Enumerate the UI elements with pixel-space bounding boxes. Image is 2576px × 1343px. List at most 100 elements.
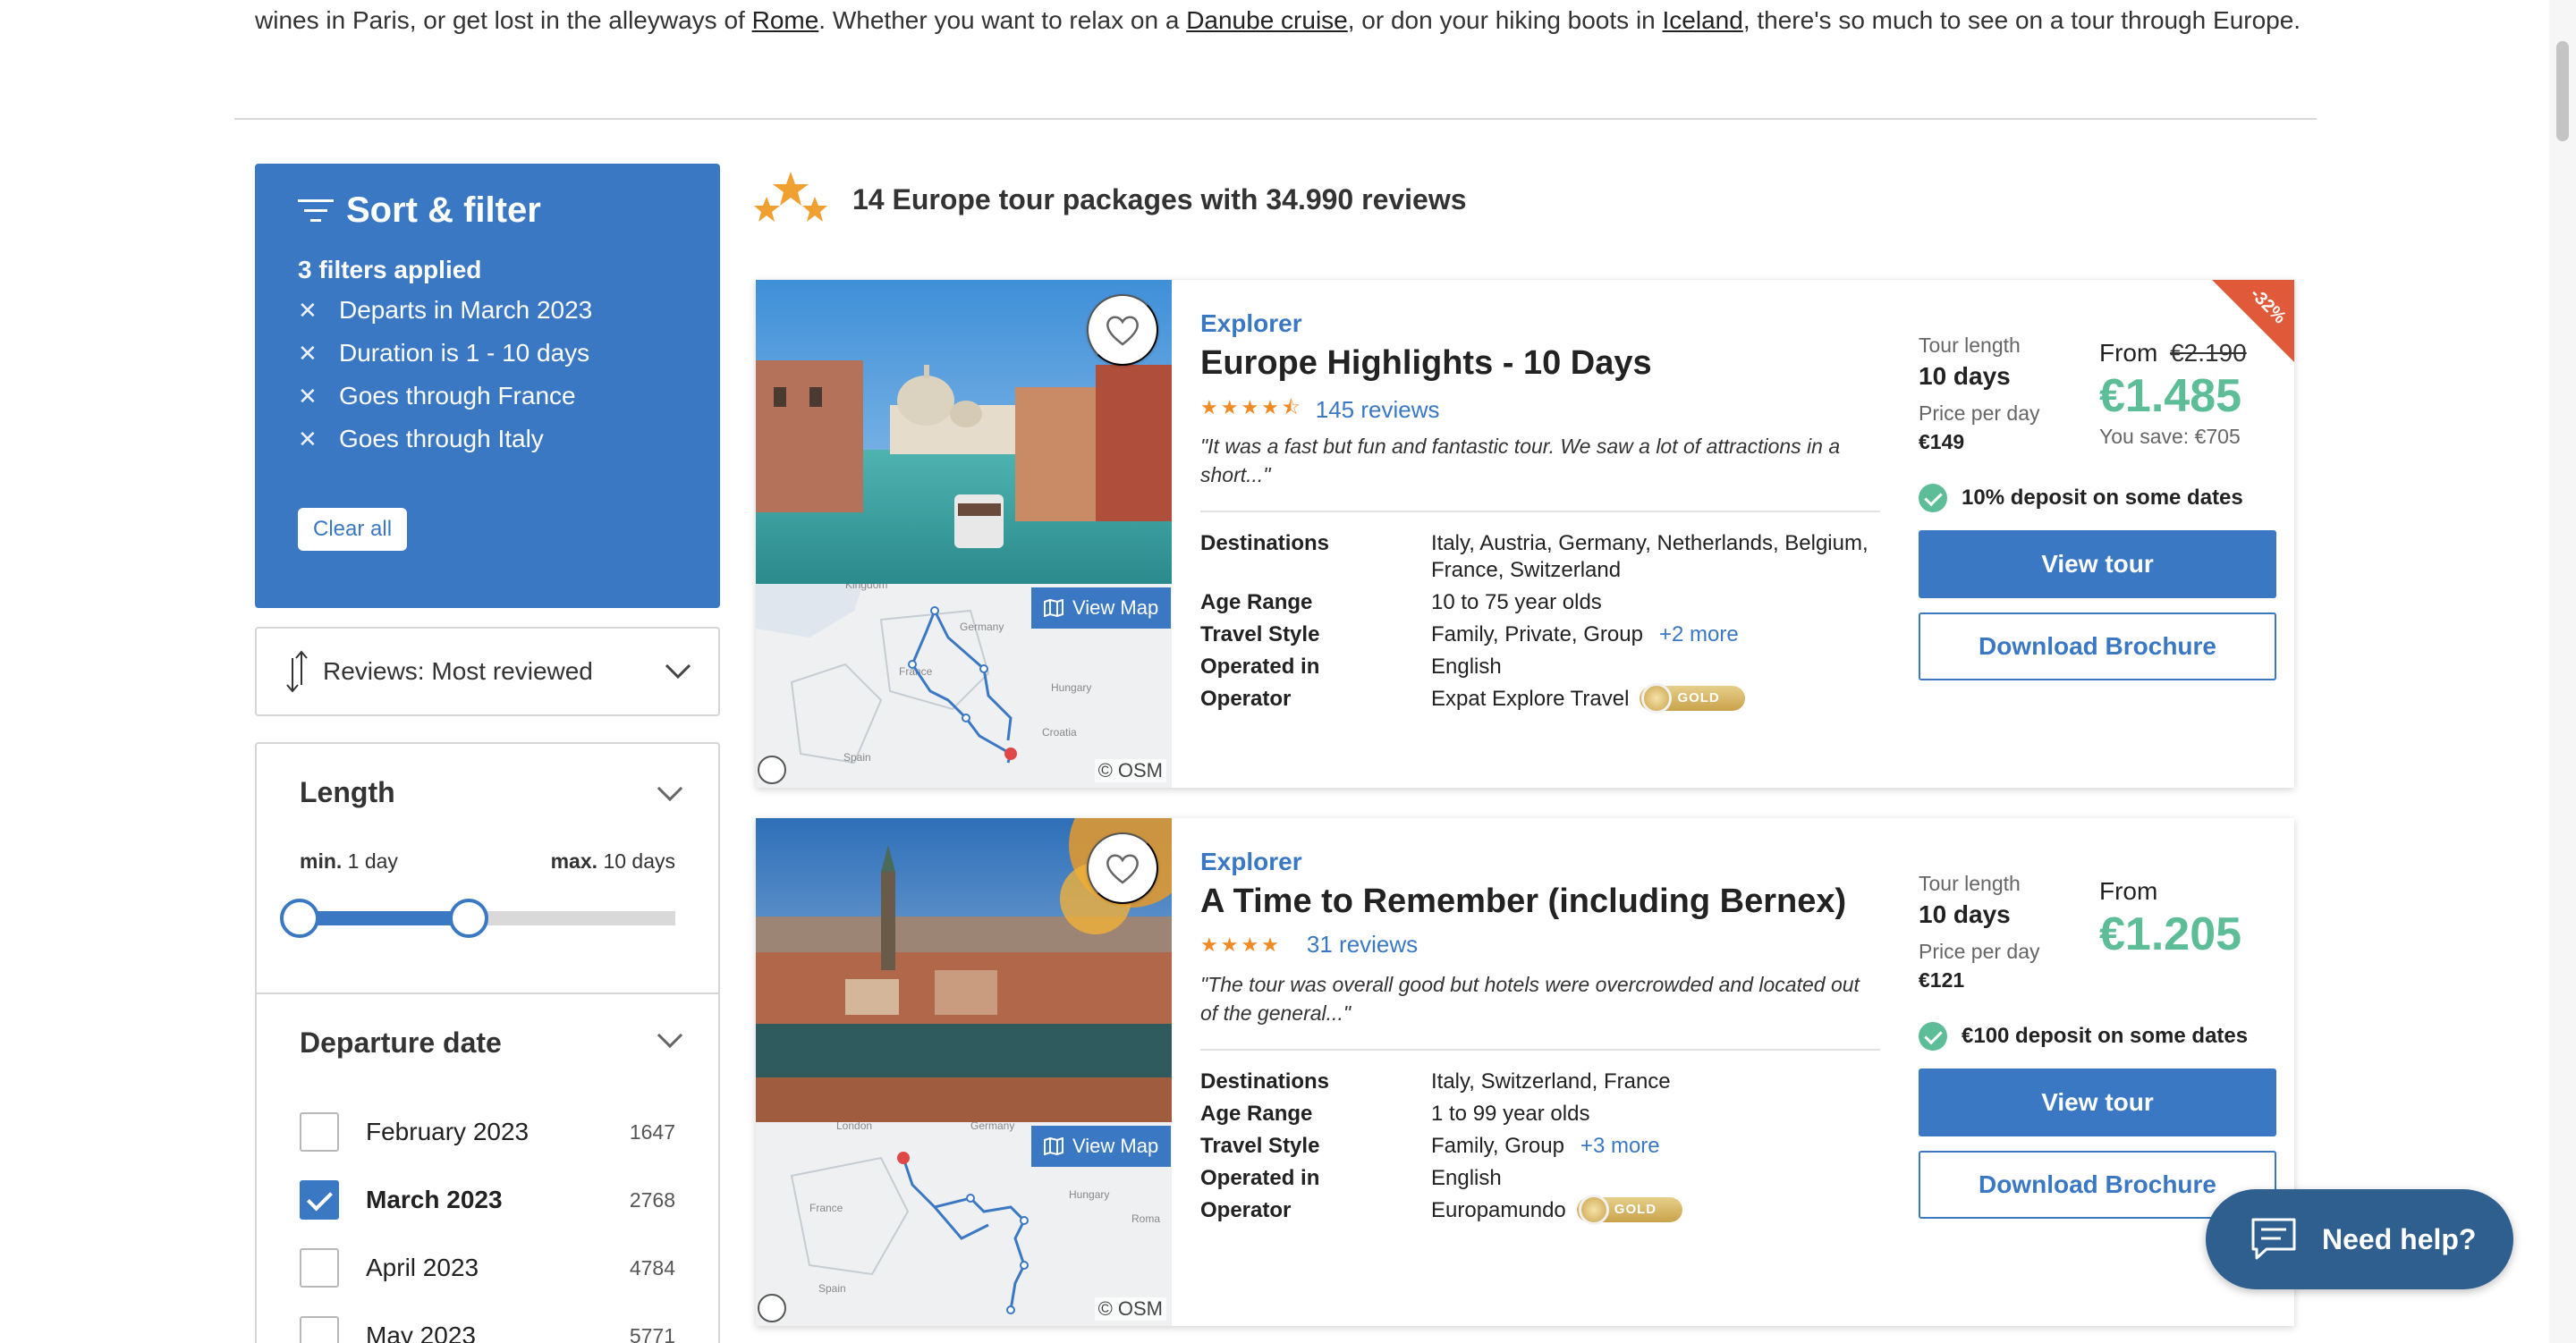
heart-icon [1106,316,1139,346]
price-per-day-value: €149 [1919,430,1965,453]
view-map-label: View Map [1072,596,1159,619]
price-per-day-label: Price per day [1919,401,2040,425]
remove-filter-icon[interactable]: ✕ [298,297,339,325]
rating-stars-icon: ★★★★ [1200,933,1282,956]
route-map[interactable]: Kingdom Germany France Hungary Spain Cro… [756,579,1172,788]
link-danube-cruise[interactable]: Danube cruise [1186,6,1348,34]
checkbox[interactable] [300,1112,339,1152]
favorite-heart-button[interactable] [1087,832,1158,904]
length-slider-min-handle[interactable] [280,899,319,938]
heart-icon [1106,854,1139,884]
tour-title[interactable]: A Time to Remember (including Bernex) [1200,883,1846,921]
chevron-down-icon[interactable] [657,775,683,802]
operator-value: Europamundo [1431,1198,1566,1222]
check-circle-icon [1919,1022,1947,1051]
view-map-label: View Map [1072,1135,1159,1157]
intro-text-1: wines in Paris, or get lost in the alley… [255,6,752,34]
panel-divider [257,992,718,994]
reviews-link[interactable]: 31 reviews [1307,931,1418,959]
clear-all-button[interactable]: Clear all [298,508,408,551]
checkbox-checked[interactable] [300,1180,339,1220]
map-attribution-icon[interactable] [758,1294,786,1322]
remove-filter-icon[interactable]: ✕ [298,340,339,367]
departure-option-april[interactable]: April 2023 4784 [300,1248,675,1288]
map-attribution-icon[interactable] [758,756,786,784]
applied-filter-month[interactable]: ✕ Departs in March 2023 [298,289,592,332]
reviews-link[interactable]: 145 reviews [1316,396,1440,424]
medal-icon [1641,683,1673,714]
view-tour-button[interactable]: View tour [1919,530,2276,598]
medal-icon [1578,1195,1609,1225]
intro-text-4: , there's so much to see on a tour throu… [1742,6,2301,34]
from-text: From [2099,339,2158,367]
sort-dropdown[interactable]: Reviews: Most reviewed [255,627,720,716]
travel-style-more-link[interactable]: +2 more [1659,621,1739,648]
svg-text:France: France [809,1202,843,1214]
applied-filter-italy[interactable]: ✕ Goes through Italy [298,418,592,460]
remove-filter-icon[interactable]: ✕ [298,426,339,453]
sort-filter-title: Sort & filter [298,190,541,231]
page-scrollbar[interactable] [2549,0,2576,1343]
travel-style-value: Family, Private, Group [1431,622,1643,646]
sort-arrows-icon [286,650,308,693]
departure-option-may[interactable]: May 2023 5771 [300,1316,675,1343]
osm-credit[interactable]: © OSM [1094,759,1166,782]
applied-filter-duration[interactable]: ✕ Duration is 1 - 10 days [298,332,592,375]
need-help-button[interactable]: Need help? [2206,1189,2513,1289]
tour-card[interactable]: London Germany France Hungary Spain Roma… [756,818,2294,1326]
price-per-day-label: Price per day [1919,940,2040,963]
tour-attributes: Destinations Italy, Switzerland, France A… [1200,1068,1880,1229]
view-map-button[interactable]: View Map [1031,1126,1172,1167]
check-circle-icon [1919,484,1947,512]
svg-text:Croatia: Croatia [1042,726,1077,739]
route-map[interactable]: London Germany France Hungary Spain Roma… [756,1119,1172,1326]
osm-credit[interactable]: © OSM [1094,1297,1166,1321]
chat-icon [2251,1218,2296,1260]
checkbox[interactable] [300,1248,339,1288]
link-iceland[interactable]: Iceland [1663,6,1743,34]
attr-label: Travel Style [1200,1134,1320,1158]
sort-filter-panel: Sort & filter 3 filters applied ✕ Departs… [255,164,720,608]
applied-filter-label: Departs in March 2023 [339,296,593,324]
tour-info: Explorer A Time to Remember (including B… [1200,818,1880,1326]
tour-brand: Explorer [1200,848,1302,875]
departure-option-label: February 2023 [366,1118,530,1145]
attr-label: Travel Style [1200,622,1320,646]
stars-cluster-icon [754,172,827,222]
tour-card[interactable]: Kingdom Germany France Hungary Spain Cro… [756,280,2294,788]
svg-text:Kingdom: Kingdom [845,584,887,591]
savings-text: You save: €705 [2099,425,2241,448]
remove-filter-icon[interactable]: ✕ [298,383,339,410]
svg-text:Hungary: Hungary [1069,1188,1109,1201]
from-label: From [2099,877,2158,905]
applied-filter-france[interactable]: ✕ Goes through France [298,375,592,418]
svg-text:Germany: Germany [970,1122,1014,1132]
departure-option-march[interactable]: March 2023 2768 [300,1180,675,1220]
link-rome[interactable]: Rome [752,6,819,34]
length-slider[interactable] [280,899,675,938]
departure-option-count: 2768 [629,1187,675,1212]
departure-date-heading[interactable]: Departure date [300,1026,502,1060]
view-map-button[interactable]: View Map [1031,587,1172,629]
checkbox[interactable] [300,1316,339,1343]
sort-label: Reviews: Most reviewed [323,657,593,685]
tour-rating: ★★★★⯪ 145 reviews [1200,393,1439,427]
attr-label: Operated in [1200,1166,1320,1190]
view-tour-button[interactable]: View tour [1919,1068,2276,1136]
attr-label: Operator [1200,687,1292,711]
departure-option-february[interactable]: February 2023 1647 [300,1112,675,1152]
filter-facets-panel: Length min. 1 day max. 10 days Departure… [255,742,720,1343]
applied-filter-label: Duration is 1 - 10 days [339,339,590,367]
scrollbar-thumb[interactable] [2556,41,2569,141]
attr-label: Operated in [1200,655,1320,679]
favorite-heart-button[interactable] [1087,294,1158,366]
tour-title[interactable]: Europe Highlights - 10 Days [1200,344,1652,383]
review-quote: "The tour was overall good but hotels we… [1200,973,1860,1025]
length-slider-max-handle[interactable] [449,899,488,938]
departure-option-label: May 2023 [366,1322,476,1343]
travel-style-more-link[interactable]: +3 more [1580,1133,1660,1160]
chevron-down-icon[interactable] [657,1022,683,1049]
length-heading[interactable]: Length [300,776,395,809]
max-value: 10 days [603,849,675,873]
download-brochure-button[interactable]: Download Brochure [1919,612,2276,680]
